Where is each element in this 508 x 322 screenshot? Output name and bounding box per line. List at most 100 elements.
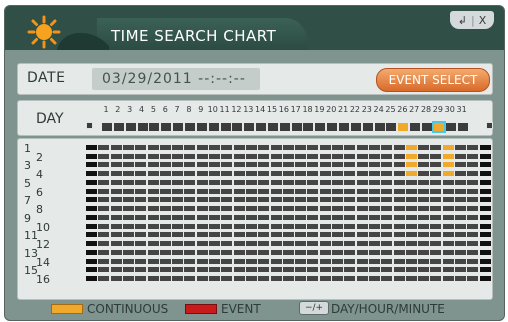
grid-cell[interactable]: [110, 153, 122, 159]
grid-cell[interactable]: [221, 267, 233, 273]
grid-cell[interactable]: [135, 188, 147, 194]
grid-cell[interactable]: [184, 240, 196, 246]
grid-cell[interactable]: [122, 215, 134, 220]
day-cell[interactable]: [113, 123, 124, 131]
grid-cell[interactable]: [319, 162, 331, 168]
grid-cell[interactable]: [356, 215, 368, 220]
grid-cell[interactable]: [282, 145, 294, 150]
day-cell[interactable]: [445, 123, 456, 131]
grid-cell[interactable]: [344, 258, 356, 264]
grid-cell[interactable]: [356, 180, 368, 185]
grid-cell[interactable]: [98, 153, 110, 159]
grid-cell[interactable]: [467, 197, 479, 203]
grid-cell[interactable]: [135, 223, 147, 229]
grid-cell[interactable]: [319, 188, 331, 194]
grid-cell[interactable]: [233, 250, 245, 255]
grid-cell[interactable]: [184, 250, 196, 255]
grid-cell[interactable]: [344, 205, 356, 211]
grid-cell[interactable]: [245, 232, 257, 238]
grid-cell[interactable]: [159, 180, 171, 185]
grid-cell[interactable]: [233, 180, 245, 185]
grid-cell[interactable]: [307, 215, 319, 220]
grid-cell[interactable]: [159, 223, 171, 229]
grid-cell[interactable]: [332, 145, 343, 150]
grid-cell[interactable]: [467, 240, 479, 246]
grid-cell[interactable]: [381, 153, 393, 159]
grid-cell[interactable]: [442, 180, 454, 185]
grid-cell[interactable]: [86, 197, 97, 203]
grid-cell[interactable]: [184, 188, 196, 194]
grid-cell[interactable]: [295, 197, 307, 203]
grid-cell[interactable]: [196, 180, 208, 185]
grid-cell[interactable]: [479, 145, 491, 150]
grid-cell[interactable]: [442, 240, 454, 246]
grid-cell[interactable]: [209, 232, 220, 238]
day-cell[interactable]: [267, 123, 278, 131]
grid-cell[interactable]: [356, 170, 368, 176]
grid-cell[interactable]: [479, 267, 491, 273]
grid-cell[interactable]: [98, 180, 110, 185]
grid-cell[interactable]: [307, 258, 319, 264]
grid-cell[interactable]: [430, 197, 442, 203]
grid-cell[interactable]: [270, 223, 282, 229]
grid-cell[interactable]: [110, 180, 122, 185]
grid-cell[interactable]: [209, 170, 220, 176]
day-cell[interactable]: [208, 123, 219, 131]
day-cell[interactable]: [173, 123, 184, 131]
grid-cell[interactable]: [393, 170, 405, 176]
grid-cell[interactable]: [172, 258, 184, 264]
grid-cell[interactable]: [368, 258, 380, 264]
grid-cell[interactable]: [442, 153, 454, 159]
grid-cell[interactable]: [209, 267, 220, 273]
grid-cell[interactable]: [405, 162, 417, 168]
grid-cell[interactable]: [172, 240, 184, 246]
grid-cell[interactable]: [344, 180, 356, 185]
grid-cell[interactable]: [295, 180, 307, 185]
grid-cell[interactable]: [221, 232, 233, 238]
grid-cell[interactable]: [455, 250, 466, 255]
grid-cell[interactable]: [172, 275, 184, 281]
grid-cell[interactable]: [307, 205, 319, 211]
grid-cell[interactable]: [122, 240, 134, 246]
grid-cell[interactable]: [381, 267, 393, 273]
grid-cell[interactable]: [221, 215, 233, 220]
grid-cell[interactable]: [245, 170, 257, 176]
grid-cell[interactable]: [147, 223, 159, 229]
grid-cell[interactable]: [86, 153, 97, 159]
grid-cell[interactable]: [418, 162, 430, 168]
grid-cell[interactable]: [307, 240, 319, 246]
grid-cell[interactable]: [356, 197, 368, 203]
grid-cell[interactable]: [295, 275, 307, 281]
day-cell[interactable]: [184, 123, 195, 131]
grid-cell[interactable]: [122, 232, 134, 238]
day-cell[interactable]: [137, 123, 148, 131]
grid-cell[interactable]: [430, 180, 442, 185]
grid-cell[interactable]: [282, 162, 294, 168]
grid-cell[interactable]: [344, 250, 356, 255]
grid-cell[interactable]: [258, 240, 270, 246]
grid-cell[interactable]: [368, 180, 380, 185]
grid-cell[interactable]: [233, 275, 245, 281]
grid-cell[interactable]: [98, 188, 110, 194]
grid-cell[interactable]: [430, 170, 442, 176]
grid-cell[interactable]: [221, 162, 233, 168]
grid-cell[interactable]: [258, 188, 270, 194]
grid-cell[interactable]: [393, 180, 405, 185]
grid-cell[interactable]: [442, 215, 454, 220]
grid-cell[interactable]: [135, 275, 147, 281]
grid-cell[interactable]: [258, 162, 270, 168]
grid-cell[interactable]: [467, 188, 479, 194]
grid-cell[interactable]: [221, 275, 233, 281]
grid-cell[interactable]: [319, 153, 331, 159]
grid-cell[interactable]: [172, 267, 184, 273]
grid-cell[interactable]: [172, 188, 184, 194]
grid-cell[interactable]: [418, 232, 430, 238]
grid-cell[interactable]: [110, 258, 122, 264]
grid-cell[interactable]: [245, 197, 257, 203]
grid-cell[interactable]: [455, 145, 466, 150]
grid-cell[interactable]: [196, 205, 208, 211]
grid-cell[interactable]: [184, 258, 196, 264]
grid-cell[interactable]: [479, 240, 491, 246]
grid-cell[interactable]: [209, 215, 220, 220]
grid-cell[interactable]: [430, 145, 442, 150]
